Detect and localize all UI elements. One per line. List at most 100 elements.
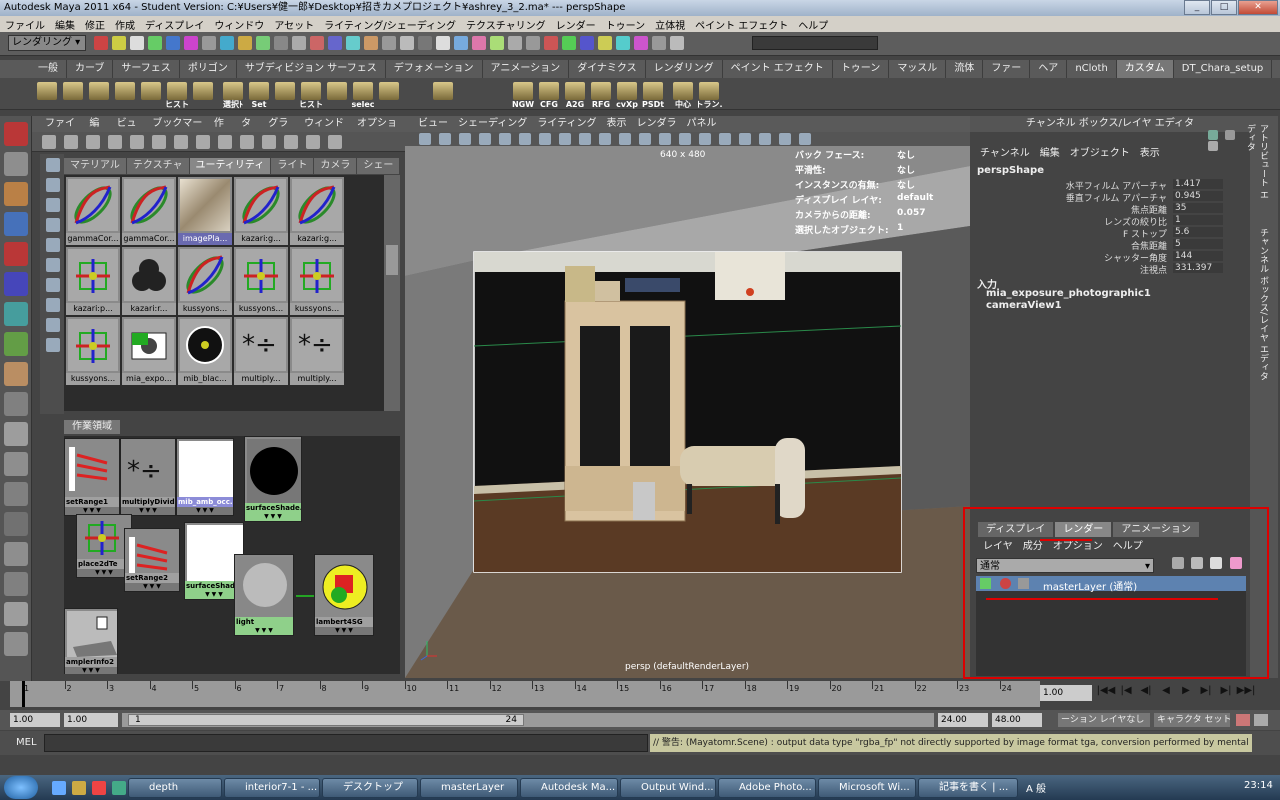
attribute-value[interactable]: 144: [1173, 251, 1223, 261]
viewport-tool-icon[interactable]: [719, 133, 731, 145]
tool-button[interactable]: [4, 182, 28, 206]
status-line-icon[interactable]: [616, 36, 630, 50]
status-line-icon[interactable]: [436, 36, 450, 50]
status-line-icon[interactable]: [94, 36, 108, 50]
viewport-tool-icon[interactable]: [739, 133, 751, 145]
status-line-icon[interactable]: [508, 36, 522, 50]
viewport-tool-icon[interactable]: [599, 133, 611, 145]
viewport-menu-item[interactable]: 表示: [602, 116, 632, 132]
layout-icon[interactable]: [1208, 130, 1218, 140]
shelf-tab[interactable]: レンダリング: [646, 60, 723, 78]
hypershade-menu-item[interactable]: 編集: [84, 116, 111, 145]
hypershade-scrollbar[interactable]: [384, 175, 400, 411]
tool-button[interactable]: [4, 452, 28, 476]
auto-key-icon[interactable]: [1236, 714, 1250, 726]
hypershade-tab[interactable]: カメラ: [314, 158, 357, 174]
tool-button[interactable]: [4, 272, 28, 296]
hypershade-menu-item[interactable]: ウィンドウ: [299, 116, 352, 145]
menu-item[interactable]: レンダー: [551, 17, 601, 32]
minimize-button[interactable]: _: [1184, 0, 1210, 15]
ime-indicator[interactable]: A 般: [1026, 780, 1046, 795]
shelf-tab[interactable]: 流体: [946, 60, 984, 78]
hypershade-tab[interactable]: ユーティリティ: [189, 158, 271, 174]
shelf-button[interactable]: [190, 82, 216, 108]
taskbar-task[interactable]: Microsoft Wi...: [818, 778, 916, 798]
close-button[interactable]: ✕: [1238, 0, 1278, 15]
go-to-end-button[interactable]: ▶▶|: [1236, 685, 1256, 701]
hypershade-tool-icon[interactable]: [86, 135, 100, 149]
create-node-icon[interactable]: [46, 338, 60, 352]
taskbar-task[interactable]: デスクトップ: [322, 778, 418, 798]
status-line-icon[interactable]: [472, 36, 486, 50]
status-line-icon[interactable]: [526, 36, 540, 50]
tool-button[interactable]: [4, 242, 28, 266]
shader-swatch[interactable]: gammaCor...: [122, 177, 176, 245]
tool-button[interactable]: [4, 602, 28, 626]
status-line-icon[interactable]: [130, 36, 144, 50]
shelf-tab[interactable]: ペイント エフェクト: [723, 60, 833, 78]
tool-button[interactable]: [4, 122, 28, 146]
hypershade-menu-item[interactable]: ファイル: [40, 116, 84, 145]
hypershade-tool-icon[interactable]: [328, 135, 342, 149]
status-line-icon[interactable]: [112, 36, 126, 50]
shader-swatch[interactable]: kussyons...: [290, 247, 344, 315]
hypershade-menu-item[interactable]: オプション: [352, 116, 405, 145]
play-forward-button[interactable]: ▶: [1176, 685, 1196, 701]
attribute-value[interactable]: 331.397: [1173, 263, 1223, 273]
taskbar-task[interactable]: interior7-1 - ...: [224, 778, 320, 798]
playback-start-field[interactable]: 1.00: [64, 713, 118, 727]
shader-swatch[interactable]: kazari:p...: [66, 247, 120, 315]
status-line-icon[interactable]: [220, 36, 234, 50]
create-node-icon[interactable]: [46, 198, 60, 212]
status-line-icon[interactable]: [238, 36, 252, 50]
media-icon[interactable]: [92, 781, 106, 795]
shelf-button[interactable]: [60, 82, 86, 108]
viewport-tool-icon[interactable]: [679, 133, 691, 145]
menu-set-dropdown[interactable]: レンダリング ▾: [8, 35, 86, 51]
shelf-tab[interactable]: ヘア: [1030, 60, 1068, 78]
create-node-icon[interactable]: [46, 218, 60, 232]
hypershade-tool-icon[interactable]: [306, 135, 320, 149]
viewport-tool-icon[interactable]: [439, 133, 451, 145]
hypershade-tab[interactable]: テクスチャ: [126, 158, 189, 174]
shelf-tab[interactable]: 一般: [30, 60, 67, 78]
shelf-button[interactable]: Set: [246, 82, 272, 109]
channel-attribute[interactable]: レンズの絞り比 1: [977, 215, 1247, 228]
shader-swatch[interactable]: *÷ multiply...: [234, 317, 288, 385]
start-button[interactable]: [4, 776, 38, 799]
menu-item[interactable]: トゥーン: [601, 17, 651, 32]
shelf-button[interactable]: [86, 82, 112, 108]
status-line-icon[interactable]: [544, 36, 558, 50]
status-line-icon[interactable]: [652, 36, 666, 50]
channel-attribute[interactable]: F ストップ 5.6: [977, 227, 1247, 240]
viewport-tool-icon[interactable]: [619, 133, 631, 145]
channel-box-menu-item[interactable]: 表示: [1135, 146, 1165, 162]
shelf-button[interactable]: [376, 82, 402, 108]
shelf-button[interactable]: トラン.: [695, 82, 723, 109]
menu-item[interactable]: アセット: [269, 17, 319, 32]
tool-button[interactable]: [4, 332, 28, 356]
tool-button[interactable]: [4, 212, 28, 236]
channel-attribute[interactable]: 合焦距離 5: [977, 239, 1247, 252]
taskbar-task[interactable]: depth: [128, 778, 222, 798]
shelf-button[interactable]: [430, 82, 456, 108]
shelf-button[interactable]: selec: [350, 82, 376, 109]
hypershade-tool-icon[interactable]: [174, 135, 188, 149]
shelf-tab[interactable]: サブディビジョン サーフェス: [237, 60, 386, 78]
go-to-start-button[interactable]: |◀◀: [1096, 685, 1116, 701]
status-line-icon[interactable]: [184, 36, 198, 50]
layout-icon[interactable]: [1225, 130, 1236, 140]
attribute-value[interactable]: 0.945: [1173, 191, 1223, 201]
hypershade-tool-icon[interactable]: [108, 135, 122, 149]
hypershade-tool-icon[interactable]: [196, 135, 210, 149]
anim-layer-dropdown[interactable]: ーション レイヤなし: [1058, 713, 1150, 727]
shelf-tab[interactable]: ファー: [983, 60, 1031, 78]
folder-icon[interactable]: [72, 781, 86, 795]
shader-swatch[interactable]: kussyons...: [178, 247, 232, 315]
input-node[interactable]: cameraView1: [986, 300, 1062, 311]
create-node-icon[interactable]: [46, 278, 60, 292]
channel-box-menu-item[interactable]: オブジェクト: [1065, 146, 1135, 162]
hypershade-tool-icon[interactable]: [42, 135, 56, 149]
viewport-tool-icon[interactable]: [459, 133, 471, 145]
hypershade-tab[interactable]: シェー: [357, 158, 400, 174]
